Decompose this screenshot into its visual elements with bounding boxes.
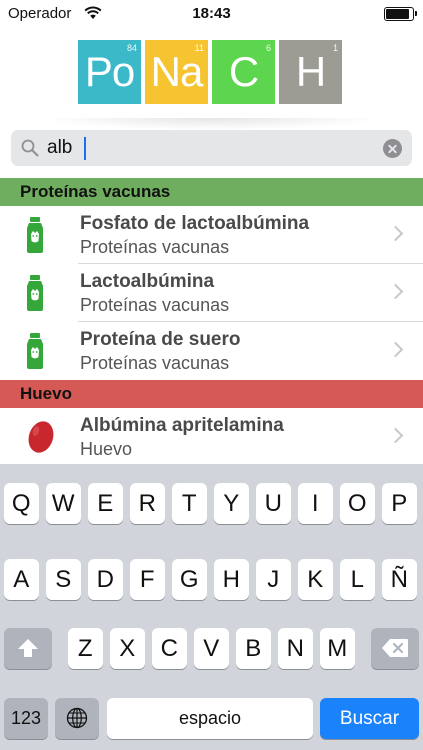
key-j[interactable]: J	[256, 559, 291, 600]
section-header: Huevo	[0, 380, 423, 408]
list-item[interactable]: Fosfato de lactoalbúmina Proteínas vacuna…	[0, 206, 423, 264]
battery-icon	[384, 7, 417, 21]
battery-level	[386, 9, 409, 19]
logo-tile-h: 1H	[279, 40, 342, 104]
key-u[interactable]: U	[256, 483, 291, 524]
chevron-right-icon	[387, 427, 404, 444]
status-time: 18:43	[192, 5, 231, 22]
text-cursor	[84, 137, 86, 160]
app-logo: 84 Po 11 Na 6 C 1 H	[0, 40, 423, 106]
key-ñ[interactable]: Ñ	[382, 559, 417, 600]
status-bar: Operador 18:43	[0, 0, 423, 28]
chevron-right-icon	[387, 341, 404, 358]
list-item-title: Fosfato de lactoalbúmina	[80, 213, 310, 234]
key-v[interactable]: V	[194, 628, 229, 669]
key-t[interactable]: T	[172, 483, 207, 524]
key-w[interactable]: W	[46, 483, 81, 524]
search-bar[interactable]	[11, 130, 412, 166]
key-k[interactable]: K	[298, 559, 333, 600]
list-item[interactable]: Proteína de suero Proteínas vacunas	[0, 322, 423, 380]
key-h[interactable]: H	[214, 559, 249, 600]
search-icon	[21, 139, 39, 157]
key-i[interactable]: I	[298, 483, 333, 524]
space-key[interactable]: espacio	[107, 698, 313, 739]
list-item-title: Proteína de suero	[80, 329, 241, 350]
key-g[interactable]: G	[172, 559, 207, 600]
section-header: Proteínas vacunas	[0, 178, 423, 206]
key-y[interactable]: Y	[214, 483, 249, 524]
logo-tile-c: 6C	[212, 40, 275, 104]
search-input[interactable]	[47, 135, 367, 161]
logo-tile-symbol: H	[295, 48, 326, 95]
keyboard: Q W E R T Y U I O P A S D F G H J K L Ñ Z X C V B N M 123 espacio Bus…	[0, 464, 423, 750]
key-l[interactable]: L	[340, 559, 375, 600]
key-z[interactable]: Z	[68, 628, 103, 669]
list-item[interactable]: Lactoalbúmina Proteínas vacunas	[0, 264, 423, 322]
list-item-subtitle: Proteínas vacunas	[80, 353, 230, 373]
logo-shadow	[40, 118, 383, 130]
key-o[interactable]: O	[340, 483, 375, 524]
list-item[interactable]: Albúmina apritelamina Huevo	[0, 408, 423, 466]
key-a[interactable]: A	[4, 559, 39, 600]
milk-bottle-icon	[24, 333, 46, 374]
key-s[interactable]: S	[46, 559, 81, 600]
logo-tile-po: 84 Po	[78, 40, 141, 104]
key-p[interactable]: P	[382, 483, 417, 524]
list-item-title: Lactoalbúmina	[80, 271, 215, 292]
key-n[interactable]: N	[278, 628, 313, 669]
list-item-subtitle: Huevo	[80, 439, 133, 459]
key-c[interactable]: C	[152, 628, 187, 669]
numbers-key[interactable]: 123	[4, 698, 48, 739]
logo-tile-na: 11 Na	[145, 40, 208, 104]
chevron-right-icon	[387, 225, 404, 242]
list-item-subtitle: Proteínas vacunas	[80, 237, 230, 257]
key-b[interactable]: B	[236, 628, 271, 669]
globe-icon[interactable]	[55, 698, 99, 739]
chevron-right-icon	[387, 283, 404, 300]
list-item-subtitle: Proteínas vacunas	[80, 295, 230, 315]
key-r[interactable]: R	[130, 483, 165, 524]
milk-bottle-icon	[24, 217, 46, 258]
key-f[interactable]: F	[130, 559, 165, 600]
logo-tile-symbol: C	[228, 48, 259, 95]
shift-icon[interactable]	[4, 628, 52, 669]
list-item-title: Albúmina apritelamina	[80, 415, 284, 436]
logo-tile-symbol: Po	[84, 48, 135, 95]
key-x[interactable]: X	[110, 628, 145, 669]
clear-icon[interactable]	[383, 139, 402, 158]
search-key[interactable]: Buscar	[320, 698, 419, 739]
backspace-icon[interactable]	[371, 628, 419, 669]
logo-tile-symbol: Na	[150, 48, 204, 95]
key-e[interactable]: E	[88, 483, 123, 524]
key-q[interactable]: Q	[4, 483, 39, 524]
key-m[interactable]: M	[320, 628, 355, 669]
milk-bottle-icon	[24, 275, 46, 316]
key-d[interactable]: D	[88, 559, 123, 600]
egg-icon	[27, 419, 55, 460]
